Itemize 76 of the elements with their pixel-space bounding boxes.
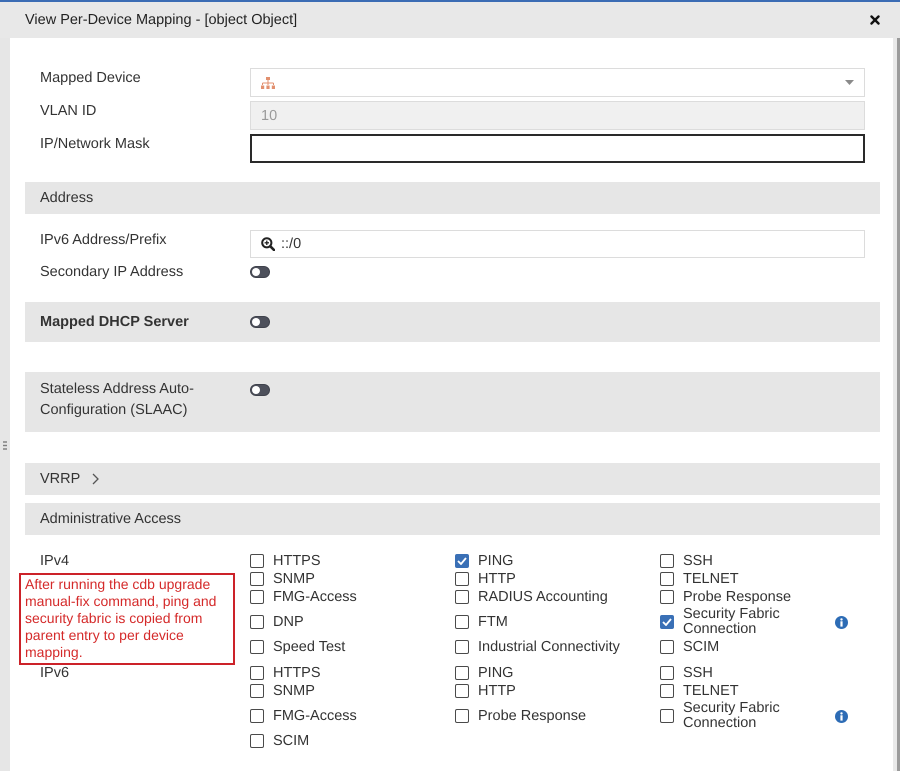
checkbox[interactable] (660, 666, 674, 680)
option-label: FTM (478, 614, 508, 630)
checkbox[interactable] (250, 572, 264, 586)
info-icon[interactable] (835, 616, 848, 628)
option-label: HTTPS (273, 664, 321, 682)
option-label: Security Fabric Connection (683, 700, 781, 732)
option-label: SSH (683, 664, 713, 682)
field-label: VLAN ID (40, 102, 98, 121)
option-label: HTTP (478, 682, 516, 700)
option-label: SSH (683, 552, 713, 570)
option-label: SNMP (273, 682, 315, 700)
checkbox[interactable] (250, 640, 264, 654)
option-label: SCIM (273, 732, 310, 750)
annotation-note: After running the cdb upgrade manual-fix command, ping and security fabric is copied from parent entry to per device mapping. (19, 573, 235, 665)
checkbox[interactable] (455, 615, 469, 629)
checkbox[interactable] (250, 615, 264, 629)
vrrp-expander[interactable]: VRRP (25, 463, 880, 495)
section-header: Administrative Access (25, 503, 880, 535)
window-title: View Per-Device Mapping - [object Object] (25, 12, 298, 28)
option-label: RADIUS Accounting (478, 588, 608, 606)
text-field[interactable] (250, 134, 865, 163)
option-label: Probe Response (683, 588, 792, 606)
checkbox[interactable] (250, 734, 264, 748)
checkbox[interactable] (455, 709, 469, 723)
checkbox[interactable] (250, 684, 264, 698)
checkbox[interactable] (660, 709, 674, 723)
hierarchy-icon (261, 76, 275, 88)
grip-icon[interactable] (3, 441, 7, 450)
checkbox[interactable] (250, 666, 264, 680)
option-label: TELNET (683, 682, 739, 700)
option-label: Probe Response (478, 708, 586, 724)
toggle-switch[interactable] (250, 384, 270, 396)
info-icon[interactable] (835, 710, 848, 722)
section-label: Stateless Address Auto-Configuration (SLAAC) (40, 380, 195, 420)
checkbox[interactable] (455, 684, 469, 698)
checkbox[interactable] (660, 572, 674, 586)
group-label: IPv6 (40, 664, 70, 682)
option-label: PING (478, 552, 514, 570)
checkbox[interactable] (660, 640, 674, 654)
checkbox[interactable] (455, 590, 469, 604)
search-icon (261, 237, 275, 251)
option-label: DNP (273, 614, 304, 630)
checkbox[interactable] (660, 684, 674, 698)
section-label: Mapped DHCP Server (40, 312, 190, 332)
field-label: Mapped Device (40, 69, 142, 88)
option-label: FMG-Access (273, 708, 357, 724)
checkbox[interactable] (660, 590, 674, 604)
toggle-switch[interactable] (250, 316, 270, 328)
checkbox[interactable] (250, 709, 264, 723)
field-label: Secondary IP Address (40, 263, 184, 282)
option-label: TELNET (683, 570, 739, 588)
checkbox[interactable] (455, 572, 469, 586)
caret-icon[interactable] (845, 80, 854, 85)
field-label: IP/Network Mask (40, 135, 151, 154)
option-label: SNMP (273, 570, 315, 588)
checkbox[interactable] (660, 615, 674, 629)
checkbox[interactable] (250, 590, 264, 604)
option-label: Industrial Connectivity (478, 638, 620, 656)
checkbox[interactable] (455, 640, 469, 654)
close-icon[interactable] (870, 15, 880, 25)
checkbox[interactable] (455, 554, 469, 568)
option-label: Speed Test (273, 638, 346, 656)
checkbox[interactable] (455, 666, 469, 680)
group-label: IPv4 (40, 552, 70, 570)
checkbox[interactable] (250, 554, 264, 568)
option-label: SCIM (683, 638, 720, 656)
option-label: PING (478, 664, 514, 682)
checkbox[interactable] (660, 554, 674, 568)
toggle-switch[interactable] (250, 266, 270, 278)
option-label: FMG-Access (273, 588, 357, 606)
section-header: Address (25, 182, 880, 214)
option-label: Security Fabric Connection (683, 606, 781, 638)
option-label: HTTPS (273, 552, 321, 570)
field-label: IPv6 Address/Prefix (40, 231, 168, 250)
option-label: HTTP (478, 570, 516, 588)
ipv6-prefix-field[interactable]: ::/0 (250, 230, 865, 258)
